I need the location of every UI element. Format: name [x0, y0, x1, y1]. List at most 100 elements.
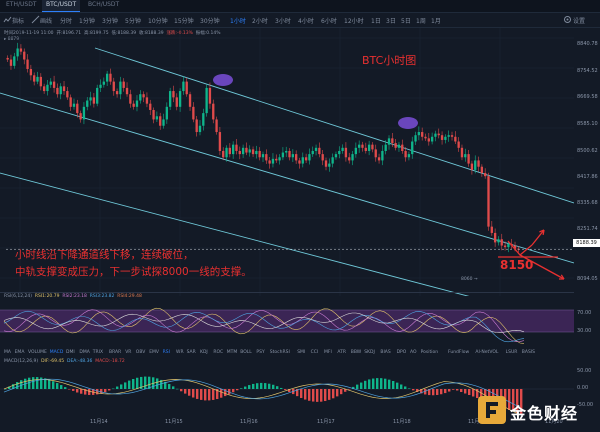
indicator-toggle[interactable]: MFI: [324, 350, 332, 355]
interval-1d[interactable]: 1日: [371, 16, 381, 25]
macd-histogram-bar: [444, 389, 447, 394]
indicator-toggle[interactable]: ROC: [213, 350, 223, 355]
macd-histogram-bar: [304, 389, 307, 400]
candle-body: [401, 144, 404, 151]
candle-body: [394, 143, 397, 148]
tab-eth-usdt[interactable]: ETH/USDT: [2, 0, 38, 12]
indicator-toggle[interactable]: SKDJ: [364, 350, 375, 355]
indicator-toggle[interactable]: BOLL: [240, 350, 252, 355]
macd-histogram-bar: [52, 381, 55, 389]
interval-1m[interactable]: 1分钟: [79, 16, 95, 25]
macd-histogram-bar: [108, 389, 111, 391]
indicator-toggle[interactable]: BBW: [351, 350, 361, 355]
indicator-toggle[interactable]: DPO: [397, 350, 407, 355]
projection-arrow-up: [531, 229, 545, 246]
candle-body: [96, 87, 99, 104]
indicator-toggle[interactable]: LSUR: [506, 350, 518, 355]
candle-body: [268, 160, 271, 164]
indicator-toggle[interactable]: ATR: [337, 350, 346, 355]
interval-15m[interactable]: 15分钟: [174, 16, 194, 25]
candle-body: [474, 160, 477, 170]
indicator-toggle[interactable]: TRIX: [93, 350, 103, 355]
candle-body: [241, 147, 245, 155]
interval-timeshare[interactable]: 分时: [60, 16, 72, 25]
indicator-toggle[interactable]: OBV: [136, 350, 146, 355]
settings-button[interactable]: 设置: [573, 16, 585, 25]
macd-histogram-bar: [56, 383, 59, 389]
macd-axis-0: 0.00: [577, 385, 589, 391]
rsi-band: [0, 310, 574, 332]
indicator-toggle[interactable]: RSI: [163, 350, 170, 355]
indicator-bar: MA EMA VOLUME MACD DMI DMA TRIX BRAR VR OBV EMV RSI…: [0, 348, 600, 359]
macd-histogram-bar: [328, 389, 331, 400]
tab-label: BCH/USDT: [88, 1, 120, 8]
annotation-line-2: 中轨支撑变成压力，下一步试探8000一线的支撑。: [15, 266, 252, 278]
indicator-toggle[interactable]: AO: [410, 350, 417, 355]
interval-3h[interactable]: 3小时: [275, 16, 291, 25]
indicator-toggle[interactable]: EMA: [15, 350, 25, 355]
indicator-toggle[interactable]: MTM: [227, 350, 238, 355]
candle-body: [434, 133, 437, 137]
candle-body: [348, 157, 351, 161]
indicator-toggle[interactable]: EMV: [149, 350, 159, 355]
indicator-toggle[interactable]: MACD: [50, 350, 64, 355]
candle-body: [308, 154, 311, 161]
candle-body: [195, 119, 198, 133]
candle-body: [331, 157, 334, 164]
tab-bch-usdt[interactable]: BCH/USDT: [84, 0, 122, 12]
candle-body: [159, 116, 162, 126]
gear-icon[interactable]: [563, 15, 572, 24]
indicator-toggle[interactable]: CCI: [311, 350, 319, 355]
interval-6h[interactable]: 6小时: [321, 16, 337, 25]
interval-2h[interactable]: 2小时: [252, 16, 268, 25]
interval-3d[interactable]: 3日: [386, 16, 396, 25]
indicator-toggle[interactable]: KDJ: [200, 350, 208, 355]
candle-body: [205, 87, 208, 114]
rsi1-value: RSI1:20.79: [34, 294, 60, 299]
indicator-toggle[interactable]: BIAS: [380, 350, 390, 355]
x-axis-label: 11月18: [393, 419, 411, 425]
indicator-button[interactable]: 指标: [12, 16, 24, 25]
candle-body: [235, 144, 238, 151]
indicator-toggle[interactable]: WR: [176, 350, 184, 355]
interval-5d[interactable]: 5日: [401, 16, 411, 25]
tab-btc-usdt[interactable]: BTC/USDT: [42, 0, 80, 12]
macd-dea: DEA:-48.36: [67, 359, 93, 364]
interval-1h[interactable]: 1小时: [230, 16, 246, 25]
indicator-toggle[interactable]: VOLUME: [28, 350, 47, 355]
indicator-toggle[interactable]: BASIS: [522, 350, 535, 355]
indicator-toggle[interactable]: SAR: [187, 350, 196, 355]
candle-body: [165, 106, 168, 120]
macd-histogram-bar: [120, 384, 123, 389]
interval-30m[interactable]: 30分钟: [200, 16, 220, 25]
indicator-toggle[interactable]: VR: [125, 350, 131, 355]
interval-1w[interactable]: 1周: [416, 16, 426, 25]
indicator-toggle[interactable]: SMI: [297, 350, 305, 355]
interval-10m[interactable]: 10分钟: [148, 16, 168, 25]
candle-body: [454, 136, 457, 142]
indicator-toggle[interactable]: BRAR: [109, 350, 121, 355]
indicator-toggle[interactable]: FundFlow: [448, 350, 469, 355]
candle-body: [361, 144, 364, 148]
macd-histogram-bar: [112, 388, 115, 390]
candle-body: [295, 154, 298, 161]
rsi-chart[interactable]: [0, 300, 574, 346]
indicator-icon[interactable]: [3, 15, 12, 24]
indicator-toggle[interactable]: StochRSI: [270, 350, 290, 355]
indicator-toggle[interactable]: DMA: [79, 350, 89, 355]
indicator-toggle[interactable]: PSY: [256, 350, 264, 355]
interval-5m[interactable]: 5分钟: [125, 16, 141, 25]
indicator-toggle[interactable]: AI-NetVOL: [475, 350, 498, 355]
indicator-toggle[interactable]: DMI: [66, 350, 75, 355]
draw-button[interactable]: 画线: [40, 16, 52, 25]
interval-1mo[interactable]: 1月: [431, 16, 441, 25]
candle-body: [490, 226, 493, 233]
interval-4h[interactable]: 4小时: [298, 16, 314, 25]
macd-histogram-bar: [392, 380, 395, 389]
macd-histogram-bar: [72, 389, 75, 391]
interval-12h[interactable]: 12小时: [344, 16, 364, 25]
indicator-toggle[interactable]: Position: [421, 350, 439, 355]
indicator-toggle[interactable]: MA: [4, 350, 11, 355]
interval-3m[interactable]: 3分钟: [102, 16, 118, 25]
draw-icon[interactable]: [31, 15, 40, 24]
